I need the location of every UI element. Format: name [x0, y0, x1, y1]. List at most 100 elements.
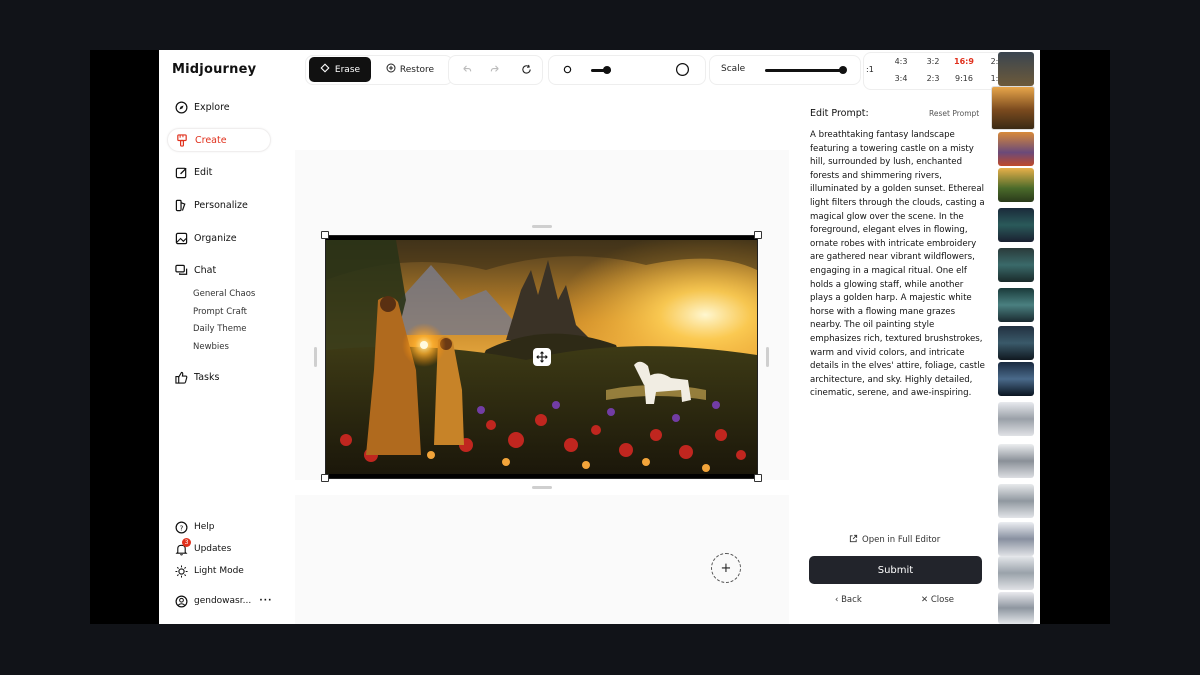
restore-label: Restore [399, 64, 435, 75]
back-button[interactable]: ‹ Back [835, 595, 862, 605]
redo-icon [490, 60, 501, 79]
sidebar-item-label: Create [195, 134, 227, 146]
aspect-ratio-3-2[interactable]: 3:2 [921, 57, 945, 66]
undo-icon [461, 60, 472, 79]
user-avatar-icon [174, 594, 188, 608]
redo-button[interactable] [488, 62, 502, 76]
history-thumbnail[interactable] [998, 168, 1034, 202]
chat-icon [174, 263, 188, 277]
brush-size-handle[interactable] [603, 66, 611, 74]
brush-large-icon [674, 61, 690, 77]
chat-channel-newbies[interactable]: Newbies [193, 342, 229, 352]
brush-icon [175, 133, 189, 147]
sidebar-item-organize[interactable]: Organize [167, 226, 271, 250]
close-button[interactable]: ✕ Close [921, 595, 954, 605]
username: gendowasr... [194, 596, 252, 606]
help-label: Help [194, 522, 215, 532]
sidebar: Midjourney Explore Create Edit Personali… [159, 50, 293, 624]
letterbox-left [90, 50, 159, 624]
compass-icon [174, 100, 188, 114]
left-edge-handle[interactable] [314, 347, 317, 367]
reset-view-button[interactable] [519, 62, 533, 76]
svg-text:?: ? [179, 523, 183, 532]
history-thumbnail-selected[interactable] [991, 86, 1035, 130]
sidebar-item-personalize[interactable]: Personalize [167, 193, 271, 217]
history-thumbnail[interactable] [998, 362, 1034, 396]
scale-slider[interactable] [765, 69, 845, 72]
history-thumbnail[interactable] [998, 402, 1034, 436]
updates-label: Updates [194, 544, 232, 554]
history-thumbnail[interactable] [998, 288, 1034, 322]
resize-handle-top-right[interactable] [754, 231, 762, 239]
chat-channel-prompt-craft[interactable]: Prompt Craft [193, 307, 247, 317]
open-full-editor-link[interactable]: Open in Full Editor [849, 534, 940, 546]
updates-count-badge: 3 [182, 538, 191, 547]
history-thumbnail[interactable] [998, 556, 1034, 590]
move-icon [536, 348, 548, 367]
aspect-ratio-16-9[interactable]: 16:9 [952, 57, 976, 66]
sidebar-item-explore[interactable]: Explore [167, 95, 271, 119]
app-logo[interactable]: Midjourney [172, 62, 256, 77]
external-link-icon [849, 534, 858, 546]
resize-handle-top-left[interactable] [321, 231, 329, 239]
light-mode-toggle[interactable]: Light Mode [174, 564, 244, 578]
scale-slider-handle[interactable] [839, 66, 847, 74]
history-thumbnail[interactable] [998, 484, 1034, 518]
app-window: Midjourney Explore Create Edit Personali… [159, 50, 1040, 624]
personalize-icon [174, 198, 188, 212]
sidebar-item-edit[interactable]: Edit [167, 160, 271, 184]
erase-button[interactable]: Erase [309, 57, 371, 82]
chat-channel-daily-theme[interactable]: Daily Theme [193, 324, 247, 334]
history-thumbnail[interactable] [998, 522, 1034, 556]
resize-handle-bottom-right[interactable] [754, 474, 762, 482]
bell-icon: 3 [174, 538, 191, 556]
aspect-ratio-4-3[interactable]: 4:3 [889, 57, 913, 66]
image-icon [174, 231, 188, 245]
resize-handle-bottom-left[interactable] [321, 474, 329, 482]
scale-label: Scale [721, 64, 746, 74]
open-full-editor-label: Open in Full Editor [862, 535, 941, 545]
plus-icon: + [720, 560, 732, 576]
restore-icon [386, 63, 396, 76]
history-thumbnail[interactable] [998, 326, 1034, 360]
brush-small-icon [560, 62, 574, 76]
sidebar-item-chat[interactable]: Chat [167, 258, 271, 282]
thumbs-up-icon [174, 370, 188, 384]
erase-label: Erase [334, 64, 361, 75]
chat-channel-general-chaos[interactable]: General Chaos [193, 289, 255, 299]
history-thumbnail[interactable] [998, 132, 1034, 166]
aspect-ratio-3-4[interactable]: 3:4 [889, 74, 913, 83]
user-profile[interactable]: gendowasr... ··· [174, 594, 272, 608]
prompt-textarea[interactable]: A breathtaking fantasy landscape featuri… [810, 129, 985, 401]
help-button[interactable]: ? Help [174, 520, 215, 534]
eraser-icon [320, 63, 330, 76]
aspect-ratio-2-3[interactable]: 2:3 [921, 74, 945, 83]
sidebar-item-tasks[interactable]: Tasks [167, 365, 271, 389]
right-edge-handle[interactable] [766, 347, 769, 367]
sidebar-item-label: Edit [194, 166, 213, 178]
sidebar-item-label: Explore [194, 101, 230, 113]
sidebar-item-create[interactable]: Create [167, 128, 271, 152]
history-thumbnail[interactable] [998, 592, 1034, 624]
history-thumbnail[interactable] [998, 248, 1034, 282]
help-icon: ? [174, 520, 188, 534]
user-menu-button[interactable]: ··· [259, 596, 272, 606]
add-button[interactable]: + [711, 553, 741, 583]
restore-button[interactable]: Restore [379, 57, 441, 82]
history-thumbnail[interactable] [998, 444, 1034, 478]
reset-prompt-button[interactable]: Reset Prompt [929, 109, 979, 118]
history-thumbnail[interactable] [998, 208, 1034, 242]
refresh-icon [521, 60, 532, 79]
aspect-ratio-partial: :1 [866, 65, 874, 74]
updates-button[interactable]: 3 Updates [174, 538, 232, 556]
undo-button[interactable] [459, 62, 473, 76]
move-image-button[interactable] [533, 348, 551, 366]
aspect-ratio-9-16[interactable]: 9:16 [952, 74, 976, 83]
history-thumbnail[interactable] [998, 52, 1034, 86]
sidebar-item-label: Personalize [194, 199, 248, 211]
sidebar-item-label: Organize [194, 232, 237, 244]
bottom-edge-handle[interactable] [532, 486, 552, 489]
top-edge-handle[interactable] [532, 225, 552, 228]
sun-icon [174, 564, 188, 578]
submit-button[interactable]: Submit [809, 556, 982, 584]
